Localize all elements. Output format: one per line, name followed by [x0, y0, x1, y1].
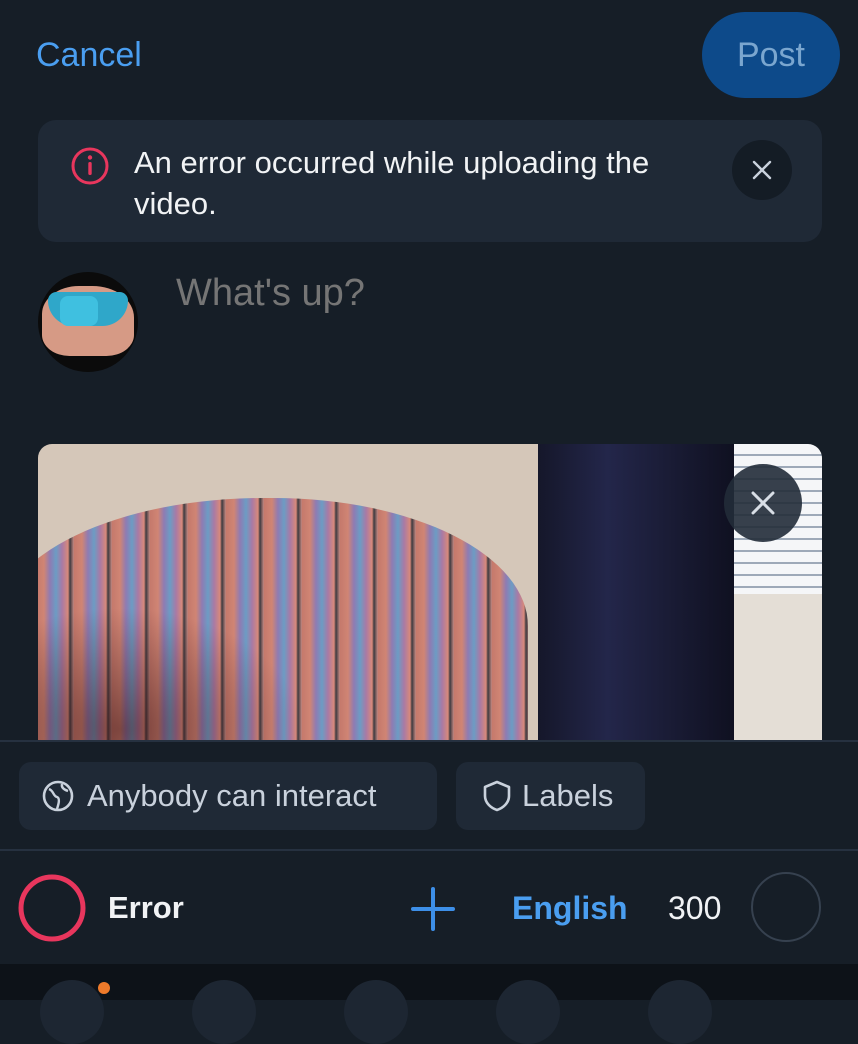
close-icon	[752, 160, 772, 180]
upload-status-text: Error	[108, 890, 184, 925]
language-selector[interactable]: English	[512, 890, 628, 927]
nav-item[interactable]	[344, 980, 408, 1044]
character-count-ring	[751, 872, 821, 942]
notification-dot	[98, 982, 110, 994]
character-count: 300	[668, 890, 722, 926]
interaction-settings-button[interactable]: Anybody can interact	[19, 762, 437, 830]
post-text-input[interactable]	[176, 272, 816, 315]
close-icon	[751, 491, 775, 515]
nav-item[interactable]	[648, 980, 712, 1044]
upload-status-ring	[18, 874, 86, 942]
error-message: An error occurred while uploading the vi…	[134, 145, 650, 221]
nav-item[interactable]	[40, 980, 104, 1044]
labels-button[interactable]: Labels	[456, 762, 645, 830]
error-banner: An error occurred while uploading the vi…	[38, 120, 822, 242]
remove-media-button[interactable]	[724, 464, 802, 542]
nav-item[interactable]	[496, 980, 560, 1044]
globe-icon	[42, 780, 74, 812]
info-icon	[71, 147, 109, 185]
post-button[interactable]: Post	[702, 12, 840, 98]
video-preview	[38, 444, 822, 744]
cancel-button[interactable]: Cancel	[36, 36, 142, 75]
shield-icon	[483, 780, 511, 812]
divider	[0, 849, 858, 851]
nav-item[interactable]	[192, 980, 256, 1044]
labels-label: Labels	[522, 778, 614, 813]
dismiss-error-button[interactable]	[732, 140, 792, 200]
interaction-label: Anybody can interact	[87, 778, 377, 813]
plus-icon	[411, 887, 455, 931]
avatar[interactable]	[38, 272, 138, 372]
bottom-navbar	[0, 964, 858, 1000]
add-thread-button[interactable]	[404, 880, 462, 938]
